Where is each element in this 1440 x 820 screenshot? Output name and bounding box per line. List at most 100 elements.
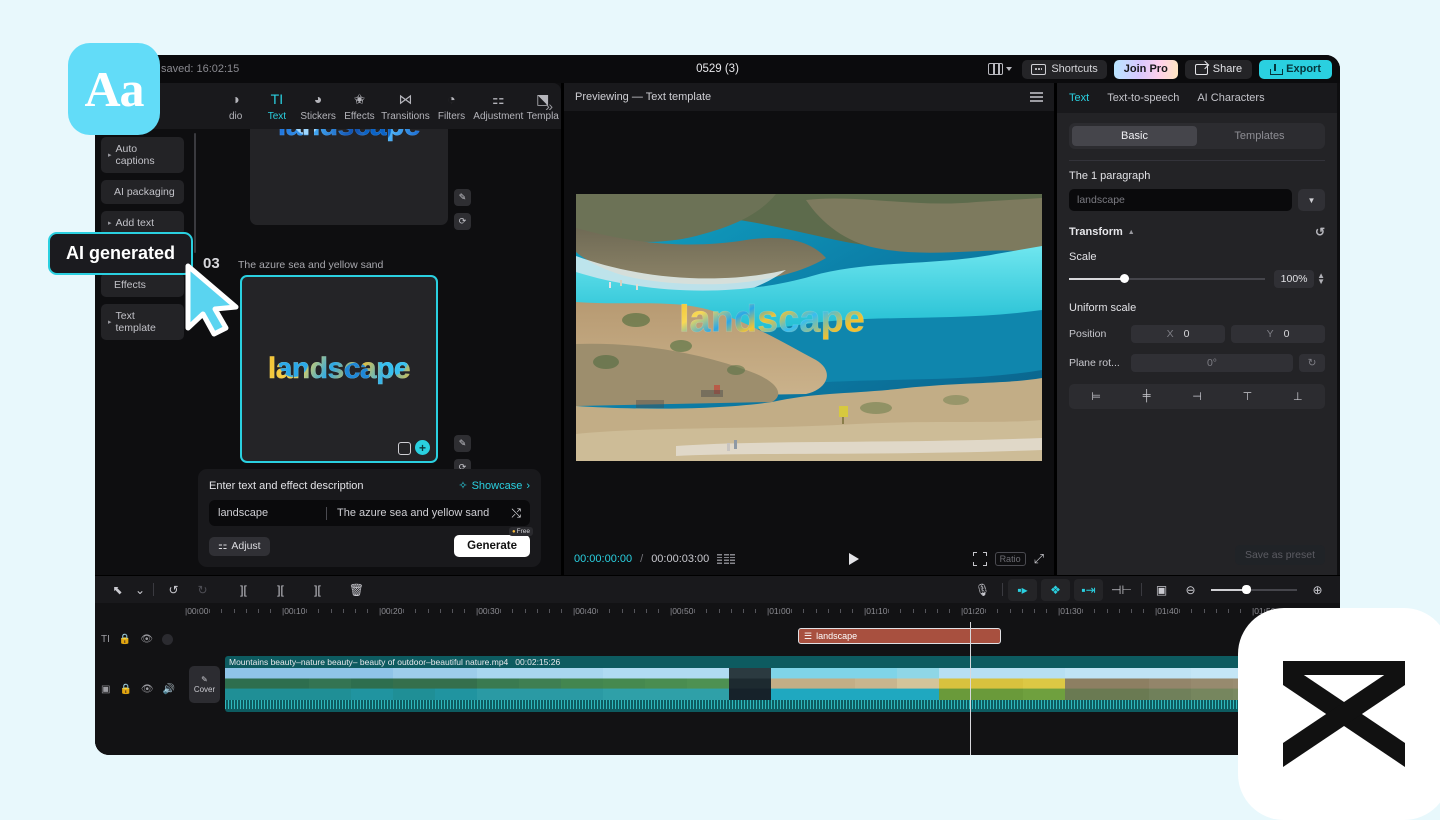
save-as-preset-button[interactable]: Save as preset (1235, 545, 1325, 565)
split-icon[interactable]: ][ (229, 579, 258, 601)
ratio-button[interactable]: Ratio (995, 552, 1026, 566)
segment-templates[interactable]: Templates (1197, 126, 1322, 146)
prompt-effect-input[interactable]: The azure sea and yellow sand (337, 507, 511, 519)
tab-ai-characters[interactable]: AI Characters (1197, 92, 1264, 104)
edit-icon[interactable]: ✎ (454, 435, 471, 452)
template-card-preview[interactable]: landscape (250, 129, 448, 225)
refresh-icon[interactable]: ⟳ (454, 213, 471, 230)
paragraph-dropdown-button[interactable]: ▼ (1298, 189, 1325, 211)
transform-section-header[interactable]: Transform ▲ ↺ (1069, 225, 1325, 239)
auto-cut-icon[interactable]: ❖ (1041, 579, 1070, 601)
plane-rotation-reset[interactable]: ↻ (1299, 354, 1325, 372)
cover-button[interactable]: ✎ Cover (189, 666, 220, 703)
preview-menu-icon[interactable] (1030, 92, 1043, 102)
trim-end-icon[interactable]: ][ (303, 579, 332, 601)
tab-transitions[interactable]: ⋈ Transitions (380, 91, 431, 122)
edit-icon[interactable] (398, 442, 411, 455)
redo-icon[interactable]: ↻ (188, 579, 217, 601)
adjust-button[interactable]: ⚏ Adjust (209, 537, 270, 556)
position-x-field[interactable]: X 0 (1131, 325, 1225, 343)
prompt-input-row[interactable]: landscape The azure sea and yellow sand … (209, 500, 530, 526)
ruler-tick (464, 609, 465, 613)
ruler-tick (852, 609, 853, 613)
segment-basic[interactable]: Basic (1072, 126, 1197, 146)
sidebar-item-ai-packaging[interactable]: AI packaging (101, 180, 184, 204)
text-icon: TI (271, 91, 283, 108)
fit-screen-icon[interactable] (973, 552, 987, 566)
scale-value[interactable]: 100% (1274, 270, 1314, 288)
track-headers: TI 🔒 👁 ▣ 🔒 👁 🔊 ✎ Cover (95, 622, 225, 755)
play-button[interactable] (849, 553, 859, 565)
tab-text[interactable]: TI Text (256, 91, 297, 122)
more-tabs-button[interactable]: » (545, 98, 553, 114)
template-card-selected[interactable]: landscape + (240, 275, 438, 463)
fullscreen-icon[interactable]: ⤢ (1034, 551, 1044, 567)
link-icon[interactable]: ▪⇥ (1074, 579, 1103, 601)
cover-label: Cover (194, 685, 215, 694)
playhead[interactable] (970, 622, 971, 755)
timeline-zoom-slider[interactable] (1211, 589, 1297, 591)
generate-button[interactable]: Generate (454, 535, 530, 557)
eye-icon[interactable]: 👁 (140, 634, 153, 645)
tab-audio[interactable]: ◑ dio (215, 91, 256, 122)
showcase-link[interactable]: ✧ Showcase › (458, 479, 530, 492)
join-pro-button[interactable]: Join Pro (1114, 60, 1178, 79)
prompt-text-input[interactable]: landscape (218, 507, 326, 519)
paragraph-text-input[interactable]: landscape (1069, 189, 1292, 211)
crop-preview-icon[interactable]: ▣ (1147, 579, 1176, 601)
edit-icon[interactable]: ✎ (454, 189, 471, 206)
trim-start-icon[interactable]: ][ (266, 579, 295, 601)
align-top-icon[interactable]: ⊤ (1223, 387, 1271, 406)
timecode-separator: / (640, 553, 643, 565)
position-y-field[interactable]: Y0 (1231, 325, 1325, 343)
tab-effects[interactable]: ✬ Effects (339, 91, 380, 122)
eye-icon[interactable]: 👁 (141, 684, 154, 695)
export-button[interactable]: Export (1259, 60, 1332, 79)
zoom-out-icon[interactable]: ⊖ (1176, 579, 1205, 601)
share-button[interactable]: Share (1185, 60, 1252, 79)
template-card-partial[interactable]: landscape (250, 129, 448, 225)
volume-icon[interactable]: 🔊 (163, 684, 175, 695)
results-scrollbar[interactable] (194, 129, 196, 575)
scale-slider[interactable] (1069, 278, 1265, 280)
sidebar-item-auto-captions[interactable]: ▸ Auto captions (101, 137, 184, 173)
align-left-icon[interactable]: ⊨ (1072, 387, 1120, 406)
split-marker-icon[interactable]: ⊣⊢ (1107, 579, 1136, 601)
video-clip[interactable]: Mountains beauty–nature beauty– beauty o… (225, 656, 1335, 712)
cursor-icon[interactable]: ⬉ (103, 579, 132, 601)
delete-icon[interactable]: 🗑 (342, 579, 371, 601)
scale-stepper[interactable]: ▲▼ (1317, 273, 1325, 286)
lock-icon[interactable]: 🔒 (119, 684, 131, 695)
tab-filters[interactable]: ◔ Filters (431, 91, 472, 122)
add-template-button[interactable]: + (415, 440, 430, 455)
tab-text-to-speech[interactable]: Text-to-speech (1107, 92, 1179, 104)
sidebar-item-text-template[interactable]: ▸ Text template (101, 304, 184, 340)
video-overlay-text[interactable]: landscape (679, 296, 939, 353)
frames-icon[interactable] (717, 554, 735, 565)
chevron-down-icon[interactable]: ⌄ (132, 579, 148, 601)
sidebar-item-effects[interactable]: Effects (101, 273, 184, 297)
plane-rotation-field[interactable]: 0° (1131, 354, 1293, 372)
video-canvas[interactable]: landscape (576, 194, 1042, 461)
shortcuts-button[interactable]: Shortcuts (1022, 60, 1106, 79)
ruler-tick (415, 609, 416, 613)
track-extra-dot[interactable] (162, 634, 173, 645)
undo-icon[interactable]: ↺ (159, 579, 188, 601)
shuffle-icon[interactable]: ⤭ (511, 506, 521, 521)
align-middle-icon[interactable]: ⊥ (1274, 387, 1322, 406)
layout-button[interactable] (985, 61, 1015, 77)
timeline-ruler[interactable]: |00:00|00:10|00:20|00:30|00:40|00:50|01:… (95, 603, 1340, 622)
zoom-in-icon[interactable]: ⊕ (1303, 579, 1332, 601)
keyframe-in-icon[interactable]: ▪▸ (1008, 579, 1037, 601)
align-center-h-icon[interactable]: ╪ (1122, 387, 1170, 406)
tab-adjustment[interactable]: ⚏ Adjustment (472, 91, 524, 122)
align-right-icon[interactable]: ⊣ (1173, 387, 1221, 406)
lock-icon[interactable]: 🔒 (119, 634, 131, 645)
capcut-brand-logo (1238, 608, 1440, 820)
tab-text-properties[interactable]: Text (1069, 92, 1089, 104)
tab-stickers[interactable]: ◕ Stickers (298, 91, 339, 122)
template-card-preview-selected[interactable]: landscape + (240, 275, 438, 463)
tab-templates[interactable]: ⬔ Templa (524, 91, 561, 122)
reset-icon[interactable]: ↺ (1315, 225, 1325, 239)
microphone-icon[interactable]: 🎙 (968, 579, 997, 601)
